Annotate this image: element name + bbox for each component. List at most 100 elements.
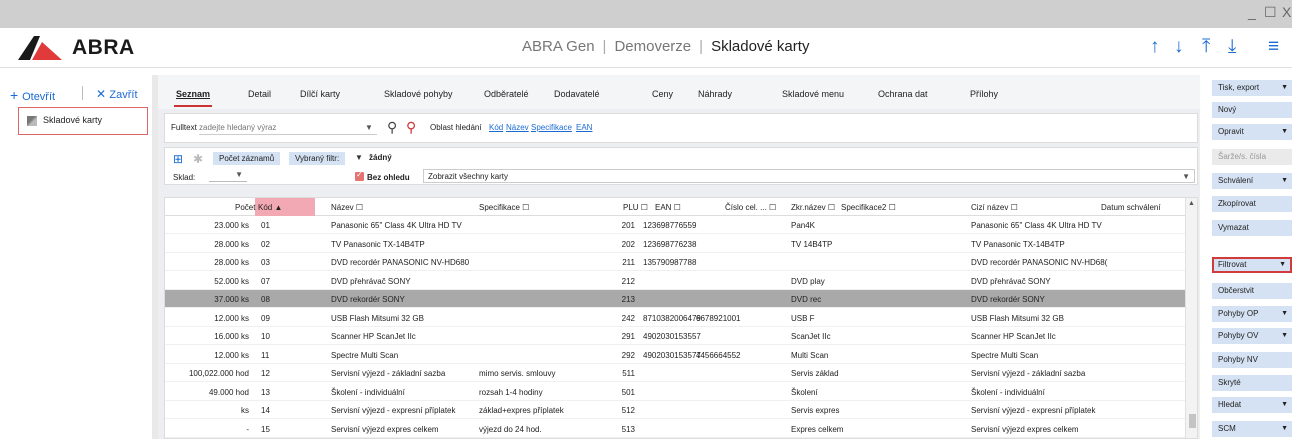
action-button-2[interactable]: Opravit ▼ xyxy=(1212,124,1292,140)
search-area-specifikace[interactable]: Specifikace xyxy=(531,123,572,132)
table-row[interactable]: 49.000 hod 13 Školení - individuální rozsah… xyxy=(165,382,1185,401)
cell-pocet: 49.000 hod xyxy=(208,387,249,397)
action-button-1[interactable]: Nový xyxy=(1212,102,1292,118)
chevron-down-icon[interactable]: ▼ xyxy=(1281,421,1288,437)
close-window-icon[interactable]: X xyxy=(1282,4,1291,20)
col-kod[interactable]: Kód ▲ xyxy=(258,203,282,212)
action-button-9[interactable]: Pohyby OP ▼ xyxy=(1212,306,1292,322)
open-button[interactable]: + Otevřít xyxy=(10,87,55,103)
table-row[interactable]: 12.000 ks 09 USB Flash Mitsumi 32 GB 242 871… xyxy=(165,308,1185,327)
title-current: Skladové karty xyxy=(711,38,810,55)
col-plu[interactable]: PLU ☐ xyxy=(623,203,648,212)
table-row[interactable]: 28.000 ks 03 DVD recordér PANASONIC NV-HD6… xyxy=(165,253,1185,271)
record-count-button[interactable]: Počet záznamů xyxy=(213,152,281,165)
minimize-icon[interactable]: _ xyxy=(1248,4,1256,20)
cell-nazev: DVD recordér PANASONIC NV-HD680 xyxy=(331,258,470,267)
table-row[interactable]: 37.000 ks 08 DVD rekordér SONY 213 DVD rec DV… xyxy=(165,290,1185,308)
action-button-6[interactable]: Vymazat xyxy=(1212,220,1292,236)
selected-filter-button[interactable]: Vybraný filtr: xyxy=(289,152,346,165)
table-row[interactable]: 16.000 ks 10 Scanner HP ScanJet IIc 291 4902… xyxy=(165,327,1185,345)
chevron-down-icon[interactable]: ▼ xyxy=(1281,328,1288,344)
tab-9[interactable]: Ochrana dat xyxy=(878,89,928,99)
cell-pocet: 23.000 ks xyxy=(214,221,249,230)
chevron-down-icon[interactable]: ▼ xyxy=(1281,124,1288,140)
tree-icon[interactable]: ⊞ xyxy=(173,152,183,166)
action-button-label: Pohyby NV xyxy=(1218,355,1259,364)
table-row[interactable]: 23.000 ks 01 Panasonic 65" Class 4K Ultra … xyxy=(165,216,1185,234)
col-specifikace2[interactable]: Specifikace2 ☐ xyxy=(841,203,896,212)
col-datum-schvaleni[interactable]: Datum schválení xyxy=(1101,203,1161,212)
table-row[interactable]: 100,022.000 hod 12 Servisní výjezd - zákla… xyxy=(165,364,1185,382)
tab-1[interactable]: Detail xyxy=(248,89,271,99)
search-area-kod[interactable]: Kód xyxy=(489,123,503,132)
sklad-select[interactable]: ▼ xyxy=(209,170,247,182)
cell-plu: 201 xyxy=(621,221,635,230)
pin-icon[interactable]: ✱ xyxy=(193,152,203,166)
action-button-5[interactable]: Zkopírovat xyxy=(1212,196,1292,212)
table-row[interactable]: 28.000 ks 02 TV Panasonic TX-14B4TP 202 1236… xyxy=(165,234,1185,253)
arrow-top-icon[interactable]: ⤒ xyxy=(1202,36,1210,58)
action-button-11[interactable]: Pohyby NV xyxy=(1212,352,1292,368)
col-ean[interactable]: EAN ☐ xyxy=(655,203,681,212)
col-zkr-nazev[interactable]: Zkr.název ☐ xyxy=(791,203,835,212)
cell-cizi: Školení - individuální xyxy=(971,387,1045,397)
bez-ohledu-checkbox[interactable] xyxy=(355,170,364,181)
table-row[interactable]: - 15 Servisní výjezd expres celkem výjezd d… xyxy=(165,419,1185,438)
tab-3[interactable]: Skladové pohyby xyxy=(384,89,453,99)
search-advanced-icon[interactable]: ⚲ xyxy=(406,119,416,136)
tab-2[interactable]: Dílčí karty xyxy=(300,89,340,99)
menu-icon[interactable]: ≡ xyxy=(1268,36,1279,58)
show-cards-select[interactable]: Zobrazit všechny karty ▼ xyxy=(423,169,1195,183)
chevron-down-icon[interactable]: ▼ xyxy=(1281,80,1288,96)
search-icon[interactable]: ⚲ xyxy=(387,119,397,136)
right-action-pane: Tisk, export ▼ Nový Opravit ▼ Šarže/s. čísla S… xyxy=(1200,75,1292,439)
grid-scrollbar[interactable]: ▲ xyxy=(1185,198,1197,438)
chevron-down-icon[interactable]: ▼ xyxy=(1281,306,1288,322)
tab-5[interactable]: Dodavatelé xyxy=(554,89,600,99)
cell-nazev: DVD přehrávač SONY xyxy=(331,276,411,286)
chevron-down-icon[interactable]: ▼ xyxy=(355,153,363,162)
table-row[interactable]: 52.000 ks 07 DVD přehrávač SONY 212 DVD play… xyxy=(165,271,1185,290)
close-button[interactable]: ✕ Zavřít xyxy=(96,87,138,101)
col-cislo[interactable]: Číslo cel. ... ☐ xyxy=(725,203,776,212)
fulltext-label: Fulltext xyxy=(171,123,197,132)
col-cizi-nazev[interactable]: Cizí název ☐ xyxy=(971,203,1018,212)
chevron-down-icon[interactable]: ▼ xyxy=(1279,259,1286,271)
tab-0[interactable]: Seznam xyxy=(176,89,210,99)
action-button-0[interactable]: Tisk, export ▼ xyxy=(1212,80,1292,96)
cell-kod: 11 xyxy=(261,350,270,360)
arrow-down-icon[interactable]: ↓ xyxy=(1174,36,1184,58)
maximize-icon[interactable]: ☐ xyxy=(1264,4,1277,21)
action-button-13[interactable]: Hledat ▼ xyxy=(1212,397,1292,413)
scroll-up-icon[interactable]: ▲ xyxy=(1188,200,1195,207)
search-area-ean[interactable]: EAN xyxy=(576,123,592,132)
tab-8[interactable]: Skladové menu xyxy=(782,89,844,99)
action-button-8[interactable]: Občerstvit xyxy=(1212,283,1292,299)
bez-ohledu-label: Bez ohledu xyxy=(367,173,410,182)
open-tab-skladove-karty[interactable]: Skladové karty xyxy=(18,107,148,135)
action-button-3[interactable]: Šarže/s. čísla xyxy=(1212,149,1292,165)
action-button-14[interactable]: SCM ▼ xyxy=(1212,421,1292,437)
scroll-thumb[interactable] xyxy=(1189,414,1196,428)
col-pocet[interactable]: Počet xyxy=(235,203,255,212)
search-input[interactable] xyxy=(199,121,377,135)
tab-6[interactable]: Ceny xyxy=(652,89,673,99)
chevron-down-icon[interactable]: ▼ xyxy=(365,123,373,132)
tab-4[interactable]: Odběratelé xyxy=(484,89,529,99)
action-button-7[interactable]: Filtrovat ▼ xyxy=(1212,257,1292,273)
chevron-down-icon[interactable]: ▼ xyxy=(1281,397,1288,413)
table-row[interactable]: ks 14 Servisní výjezd - expresní příplatek… xyxy=(165,401,1185,419)
action-button-10[interactable]: Pohyby OV ▼ xyxy=(1212,328,1292,344)
search-area-nazev[interactable]: Název xyxy=(506,123,529,132)
tab-10[interactable]: Přílohy xyxy=(970,89,998,99)
arrow-bottom-icon[interactable]: ⤓ xyxy=(1228,36,1236,58)
arrow-up-icon[interactable]: ↑ xyxy=(1150,36,1160,58)
left-pane: + Otevřít ✕ Zavřít Skladové karty xyxy=(0,75,152,439)
col-nazev[interactable]: Název ☐ xyxy=(331,203,363,212)
action-button-12[interactable]: Skryté xyxy=(1212,375,1292,391)
tab-7[interactable]: Náhrady xyxy=(698,89,732,99)
col-specifikace[interactable]: Specifikace ☐ xyxy=(479,203,529,212)
chevron-down-icon[interactable]: ▼ xyxy=(1281,173,1288,189)
table-row[interactable]: 12.000 ks 11 Spectre Multi Scan 292 49020301… xyxy=(165,345,1185,364)
action-button-4[interactable]: Schválení ▼ xyxy=(1212,173,1292,189)
